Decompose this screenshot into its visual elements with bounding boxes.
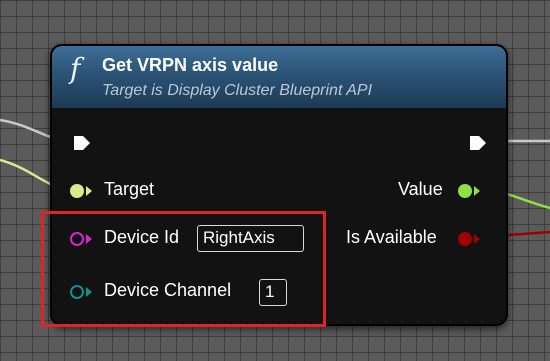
- node-header[interactable]: f Get VRPN axis value Target is Display …: [52, 46, 506, 108]
- is-available-pin[interactable]: [458, 232, 472, 246]
- function-icon: f: [70, 52, 81, 85]
- exec-in-pin-icon[interactable]: [72, 134, 92, 152]
- target-pin[interactable]: [70, 184, 84, 198]
- node-title: Get VRPN axis value: [102, 55, 279, 75]
- highlight-box: [41, 211, 326, 327]
- value-pin[interactable]: [458, 184, 472, 198]
- is-available-pin-arrow-icon: [474, 234, 480, 244]
- target-pin-arrow-icon: [86, 186, 92, 196]
- target-label: Target: [104, 179, 155, 199]
- value-label: Value: [398, 179, 443, 199]
- node-subtitle: Target is Display Cluster Blueprint API: [102, 82, 373, 99]
- is-available-label: Is Available: [346, 227, 437, 247]
- value-pin-arrow-icon: [474, 186, 480, 196]
- exec-out-pin-icon[interactable]: [468, 134, 488, 152]
